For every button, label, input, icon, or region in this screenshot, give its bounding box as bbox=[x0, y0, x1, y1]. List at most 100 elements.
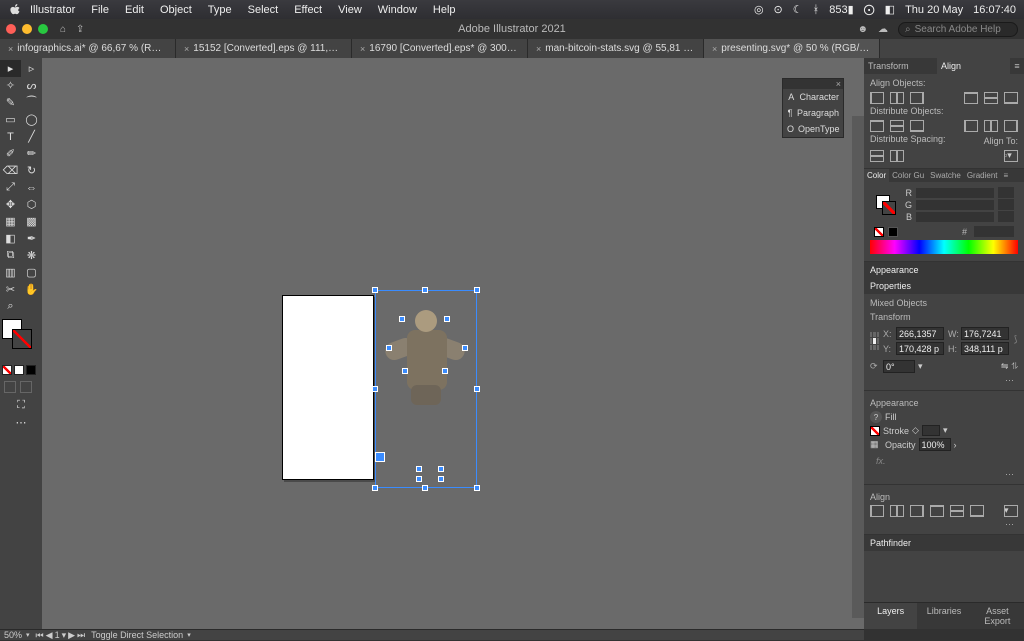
tab-appearance[interactable]: Appearance bbox=[864, 262, 1024, 278]
angle-input[interactable] bbox=[883, 360, 915, 373]
align-right[interactable] bbox=[910, 505, 924, 517]
b-value[interactable] bbox=[998, 211, 1014, 222]
align-bottom[interactable] bbox=[1004, 92, 1018, 104]
pen-tool[interactable]: ✎ bbox=[0, 94, 21, 111]
align-bottom[interactable] bbox=[970, 505, 984, 517]
edit-toolbar[interactable]: ⋯ bbox=[0, 414, 42, 431]
dist-top[interactable] bbox=[870, 120, 884, 132]
anchor-point[interactable] bbox=[462, 345, 468, 351]
menu-edit[interactable]: Edit bbox=[117, 4, 152, 16]
anchor-point[interactable] bbox=[416, 476, 422, 482]
zoom-tool[interactable]: ⌕ bbox=[0, 298, 21, 315]
first-icon[interactable]: ⏮ bbox=[36, 630, 44, 641]
menu-window[interactable]: Window bbox=[370, 4, 425, 16]
stroke-weight-stepper[interactable]: ◇ bbox=[912, 425, 919, 436]
anchor-point[interactable] bbox=[474, 287, 480, 293]
r-slider[interactable] bbox=[916, 188, 994, 198]
none-swatch[interactable] bbox=[874, 227, 884, 237]
align-hcenter[interactable] bbox=[890, 92, 904, 104]
status-icon[interactable]: ◧ bbox=[885, 3, 895, 16]
menubar-date[interactable]: Thu 20 May bbox=[905, 4, 963, 16]
black-swatch[interactable] bbox=[888, 227, 898, 237]
status-icon[interactable]: ☾ bbox=[793, 3, 803, 16]
type-panel-item[interactable]: ACharacter bbox=[783, 89, 843, 105]
bluetooth-icon[interactable]: ᚼ bbox=[813, 4, 820, 16]
paintbrush-tool[interactable]: ✐ bbox=[0, 145, 21, 162]
type-floating-panel[interactable]: × ACharacter ¶Paragraph OOpenType bbox=[782, 78, 844, 138]
minimize-window[interactable] bbox=[22, 24, 32, 34]
free-transform-tool[interactable]: ✥ bbox=[0, 196, 21, 213]
perspective-tool[interactable]: ▦ bbox=[0, 213, 21, 230]
panel-menu-icon[interactable]: ≡ bbox=[1001, 169, 1011, 182]
scale-tool[interactable]: ⤢ bbox=[0, 179, 21, 196]
close-icon[interactable]: × bbox=[836, 79, 841, 89]
close-icon[interactable]: × bbox=[184, 44, 189, 54]
more-options-icon[interactable]: ⋯ bbox=[870, 469, 1018, 480]
rectangle-tool[interactable]: ▭ bbox=[0, 111, 21, 128]
tab-gradient[interactable]: Gradient bbox=[964, 169, 1001, 182]
anchor-point[interactable] bbox=[386, 345, 392, 351]
chevron-down-icon[interactable]: ▾ bbox=[943, 425, 948, 436]
tab-color-guide[interactable]: Color Gu bbox=[889, 169, 927, 182]
align-top[interactable] bbox=[930, 505, 944, 517]
pencil-tool[interactable]: ✏ bbox=[21, 145, 42, 162]
menu-view[interactable]: View bbox=[330, 4, 370, 16]
anchor-point[interactable] bbox=[402, 368, 408, 374]
pathfinder-label[interactable]: Pathfinder bbox=[864, 535, 1024, 551]
last-icon[interactable]: ⏭ bbox=[77, 630, 85, 641]
color-gradient[interactable] bbox=[26, 365, 36, 375]
eraser-tool[interactable]: ⌫ bbox=[0, 162, 21, 179]
canvas[interactable]: × ACharacter ¶Paragraph OOpenType bbox=[42, 58, 864, 629]
align-top[interactable] bbox=[964, 92, 978, 104]
shape-builder-tool[interactable]: ⬡ bbox=[21, 196, 42, 213]
anchor-point[interactable] bbox=[375, 452, 385, 462]
hex-value[interactable] bbox=[974, 226, 1014, 237]
more-options-icon[interactable]: ⋯ bbox=[870, 375, 1018, 386]
align-vcenter[interactable] bbox=[950, 505, 964, 517]
status-icon[interactable]: ◎ bbox=[754, 3, 764, 16]
anchor-point[interactable] bbox=[372, 287, 378, 293]
zoom-level[interactable]: 50% bbox=[4, 630, 30, 640]
symbol-sprayer-tool[interactable]: ❋ bbox=[21, 247, 42, 264]
hand-tool[interactable]: ✋ bbox=[21, 281, 42, 298]
align-right[interactable] bbox=[910, 92, 924, 104]
menu-help[interactable]: Help bbox=[425, 4, 464, 16]
more-options-icon[interactable]: ⋯ bbox=[870, 519, 1018, 530]
artboard-nav[interactable]: ⏮◀1▾▶⏭ bbox=[36, 630, 86, 641]
window-controls[interactable] bbox=[6, 24, 48, 34]
ellipse-tool[interactable]: ◯ bbox=[21, 111, 42, 128]
dist-space-v[interactable] bbox=[870, 150, 884, 162]
dist-space-h[interactable] bbox=[890, 150, 904, 162]
doc-tab[interactable]: ×infographics.ai* @ 66,67 % (RGB/Previ..… bbox=[0, 39, 176, 58]
reference-point[interactable] bbox=[870, 332, 879, 350]
anchor-point[interactable] bbox=[444, 316, 450, 322]
menu-object[interactable]: Object bbox=[152, 4, 200, 16]
wifi-icon[interactable]: ⨀ bbox=[864, 3, 875, 16]
align-to-menu[interactable]: ▾ bbox=[1004, 505, 1018, 517]
mesh-tool[interactable]: ▩ bbox=[21, 213, 42, 230]
anchor-point[interactable] bbox=[474, 386, 480, 392]
column-graph-tool[interactable]: ▥ bbox=[0, 264, 21, 281]
selection-tool[interactable]: ▸ bbox=[0, 60, 21, 77]
menu-illustrator[interactable]: Illustrator bbox=[22, 4, 83, 16]
stroke-swatch[interactable] bbox=[870, 426, 880, 436]
rotate-tool[interactable]: ↻ bbox=[21, 162, 42, 179]
fill-stroke-swatch[interactable] bbox=[2, 319, 40, 359]
type-panel-item[interactable]: OOpenType bbox=[783, 121, 843, 137]
menu-select[interactable]: Select bbox=[240, 4, 287, 16]
doc-tab[interactable]: ×16790 [Converted].eps* @ 300 % (RGB/Pre… bbox=[352, 39, 528, 58]
anchor-point[interactable] bbox=[422, 485, 428, 491]
link-wh-icon[interactable]: ⟆ bbox=[1013, 334, 1018, 348]
g-value[interactable] bbox=[998, 199, 1014, 210]
cloud-icon[interactable]: ☁ bbox=[878, 24, 888, 35]
fill-stroke-swatch[interactable] bbox=[876, 195, 896, 215]
angle-dropdown-icon[interactable]: ▾ bbox=[918, 361, 923, 372]
b-slider[interactable] bbox=[916, 212, 994, 222]
magic-wand-tool[interactable]: ✧ bbox=[0, 77, 21, 94]
color-spectrum[interactable] bbox=[870, 240, 1018, 254]
artboard-tool[interactable]: ▢ bbox=[21, 264, 42, 281]
draw-behind[interactable] bbox=[20, 381, 32, 393]
anchor-point[interactable] bbox=[422, 287, 428, 293]
close-icon[interactable]: × bbox=[8, 44, 13, 54]
x-input[interactable] bbox=[896, 327, 944, 340]
